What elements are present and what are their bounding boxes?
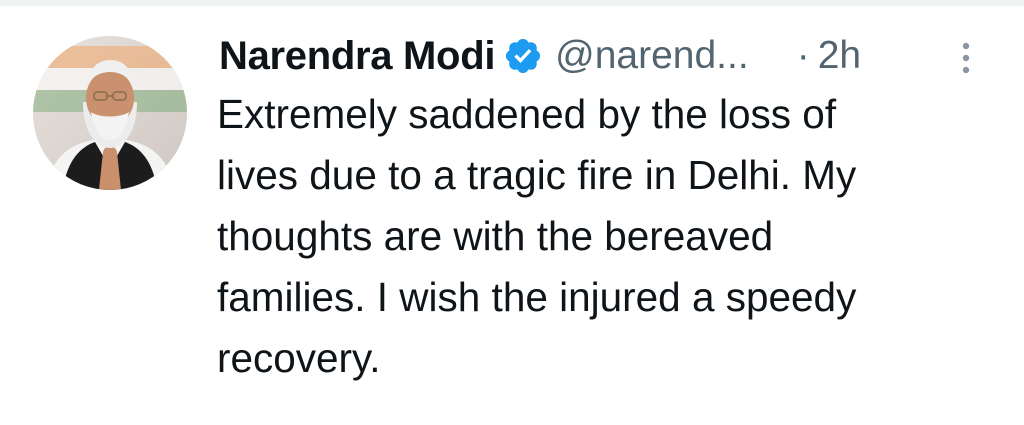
tweet-text: Extremely saddened by the loss of lives …	[217, 84, 987, 389]
verified-badge-icon	[503, 36, 543, 76]
tweet-timestamp[interactable]: 2h	[818, 34, 861, 78]
tweet-text-line: lives due to a tragic fire in Delhi. My	[217, 152, 857, 198]
tweet-text-line: recovery.	[217, 335, 381, 381]
tweet-text-line: families. I wish the injured a speedy	[217, 274, 857, 320]
avatar[interactable]	[33, 36, 187, 190]
author-name[interactable]: Narendra Modi	[219, 34, 495, 79]
tweet-card[interactable]: Narendra Modi @narend... · 2h Extremely …	[0, 0, 1024, 425]
author-handle[interactable]: @narend...	[555, 34, 749, 78]
tweet-text-line: Extremely saddened by the loss of	[217, 91, 837, 137]
separator-dot: ·	[796, 34, 810, 77]
avatar-image	[33, 36, 187, 190]
tweet-text-line: thoughts are with the bereaved	[217, 213, 774, 259]
tweet-header: Narendra Modi @narend... · 2h	[219, 30, 989, 82]
more-vertical-icon[interactable]	[958, 38, 974, 78]
